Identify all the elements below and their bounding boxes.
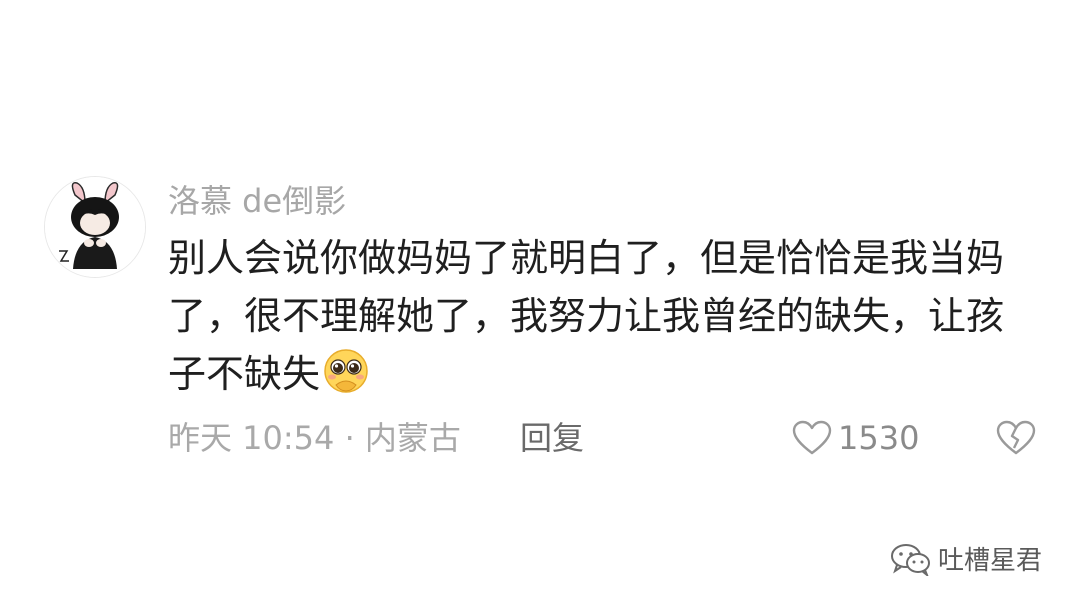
comment-text: 别人会说你做妈妈了就明白了，但是恰恰是我当妈了，很不理解她了，我努力让我曾经的缺… <box>168 236 1005 396</box>
avatar-image <box>45 177 145 277</box>
comment-screen: 洛慕 de倒影 别人会说你做妈妈了就明白了，但是恰恰是我当妈了，很不理解她了，我… <box>0 0 1080 607</box>
comment-author[interactable]: 洛慕 de倒影 <box>168 180 346 222</box>
wechat-icon <box>890 543 930 576</box>
comment-body: 别人会说你做妈妈了就明白了，但是恰恰是我当妈了，很不理解她了，我努力让我曾经的缺… <box>168 229 1018 403</box>
like-count: 1530 <box>838 419 920 457</box>
watermark: 吐槽星君 <box>890 540 1042 577</box>
avatar[interactable] <box>44 176 146 278</box>
watermark-text: 吐槽星君 <box>937 546 1042 576</box>
reply-button[interactable]: 回复 <box>520 416 584 460</box>
comment-meta-row: 昨天 10:54 · 内蒙古 回复 1530 <box>168 416 1038 460</box>
broken-heart-icon[interactable] <box>996 420 1036 456</box>
comment-time-location: 昨天 10:54 · 内蒙古 <box>168 419 461 457</box>
like-button[interactable]: 1530 <box>792 416 919 460</box>
pleading-face-emoji-icon <box>322 347 370 395</box>
heart-icon <box>792 420 832 455</box>
